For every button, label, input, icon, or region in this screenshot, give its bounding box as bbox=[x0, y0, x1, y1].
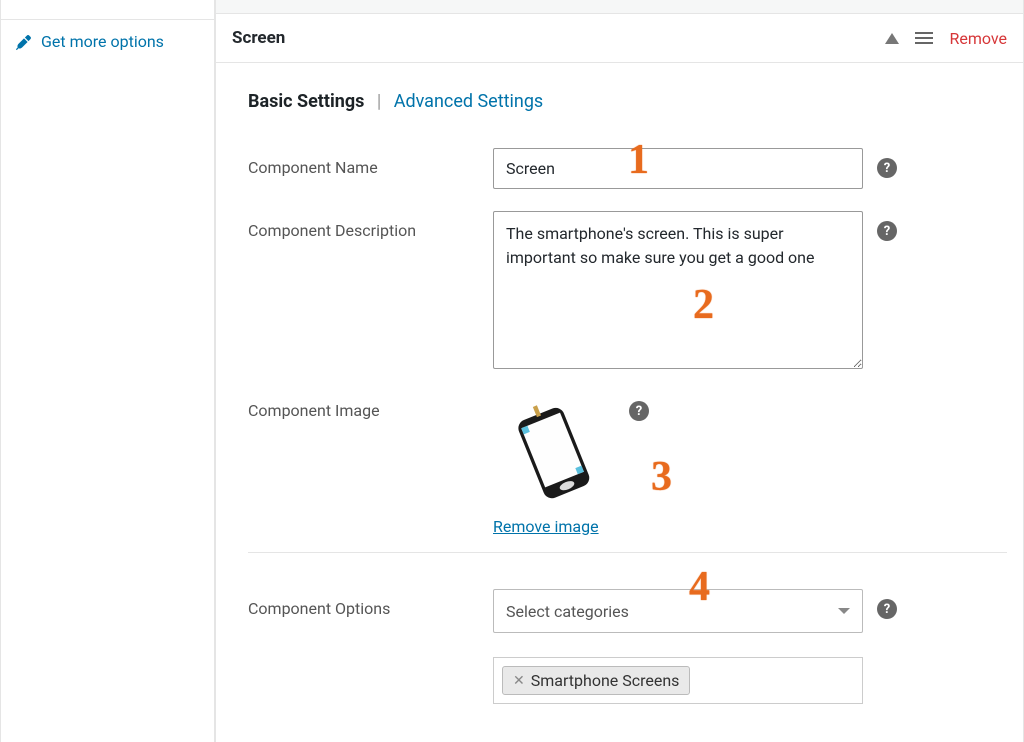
textarea-component-description[interactable] bbox=[493, 211, 863, 369]
label-component-name: Component Name bbox=[248, 148, 493, 177]
tab-separator: | bbox=[369, 91, 389, 112]
menu-icon[interactable] bbox=[915, 32, 933, 44]
help-icon[interactable]: ? bbox=[877, 158, 897, 178]
help-icon[interactable]: ? bbox=[877, 599, 897, 619]
panel-top-gap bbox=[216, 0, 1023, 14]
selected-categories-box[interactable]: ✕ Smartphone Screens bbox=[493, 657, 863, 704]
panel-body: Basic Settings | Advanced Settings Compo… bbox=[216, 63, 1023, 734]
select-placeholder: Select categories bbox=[506, 602, 629, 621]
input-component-name[interactable] bbox=[493, 148, 863, 189]
sidebar-spacer bbox=[1, 0, 214, 20]
plug-icon bbox=[15, 33, 33, 51]
row-component-name: Component Name ? 1 bbox=[248, 148, 1007, 189]
panel-header: Screen Remove bbox=[216, 14, 1023, 63]
help-icon[interactable]: ? bbox=[877, 221, 897, 241]
settings-tabs: Basic Settings | Advanced Settings bbox=[248, 91, 1007, 112]
row-component-options: Component Options Select categories ? 4 … bbox=[248, 589, 1007, 704]
label-component-image: Component Image bbox=[248, 391, 493, 420]
panel-title: Screen bbox=[232, 28, 885, 48]
row-component-description: Component Description ? 2 bbox=[248, 211, 1007, 369]
category-tag: ✕ Smartphone Screens bbox=[502, 666, 690, 695]
component-image-thumbnail[interactable] bbox=[493, 391, 613, 511]
app-container: Get more options Screen Remove Basic Set… bbox=[0, 0, 1024, 742]
sidebar-item-label: Get more options bbox=[41, 32, 164, 51]
section-divider bbox=[248, 552, 1007, 553]
row-component-image: Component Image bbox=[248, 391, 1007, 536]
tag-label: Smartphone Screens bbox=[531, 671, 680, 690]
tab-basic-settings[interactable]: Basic Settings bbox=[248, 91, 364, 112]
component-image-block: Remove image bbox=[493, 391, 613, 536]
sidebar-item-get-more-options[interactable]: Get more options bbox=[1, 20, 214, 63]
label-component-options: Component Options bbox=[248, 589, 493, 618]
tag-remove-icon[interactable]: ✕ bbox=[513, 673, 525, 689]
remove-image-link[interactable]: Remove image bbox=[493, 517, 613, 536]
annotation-3: 3 bbox=[651, 453, 672, 501]
collapse-icon[interactable] bbox=[885, 33, 899, 44]
panel-header-actions: Remove bbox=[885, 29, 1007, 48]
help-icon[interactable]: ? bbox=[629, 401, 649, 421]
label-component-description: Component Description bbox=[248, 211, 493, 240]
select-component-options[interactable]: Select categories bbox=[493, 589, 863, 633]
remove-component-link[interactable]: Remove bbox=[949, 29, 1007, 48]
sidebar: Get more options bbox=[0, 0, 215, 742]
main-panel: Screen Remove Basic Settings | Advanced … bbox=[215, 0, 1024, 742]
tab-advanced-settings[interactable]: Advanced Settings bbox=[394, 91, 544, 112]
chevron-down-icon bbox=[838, 608, 850, 614]
